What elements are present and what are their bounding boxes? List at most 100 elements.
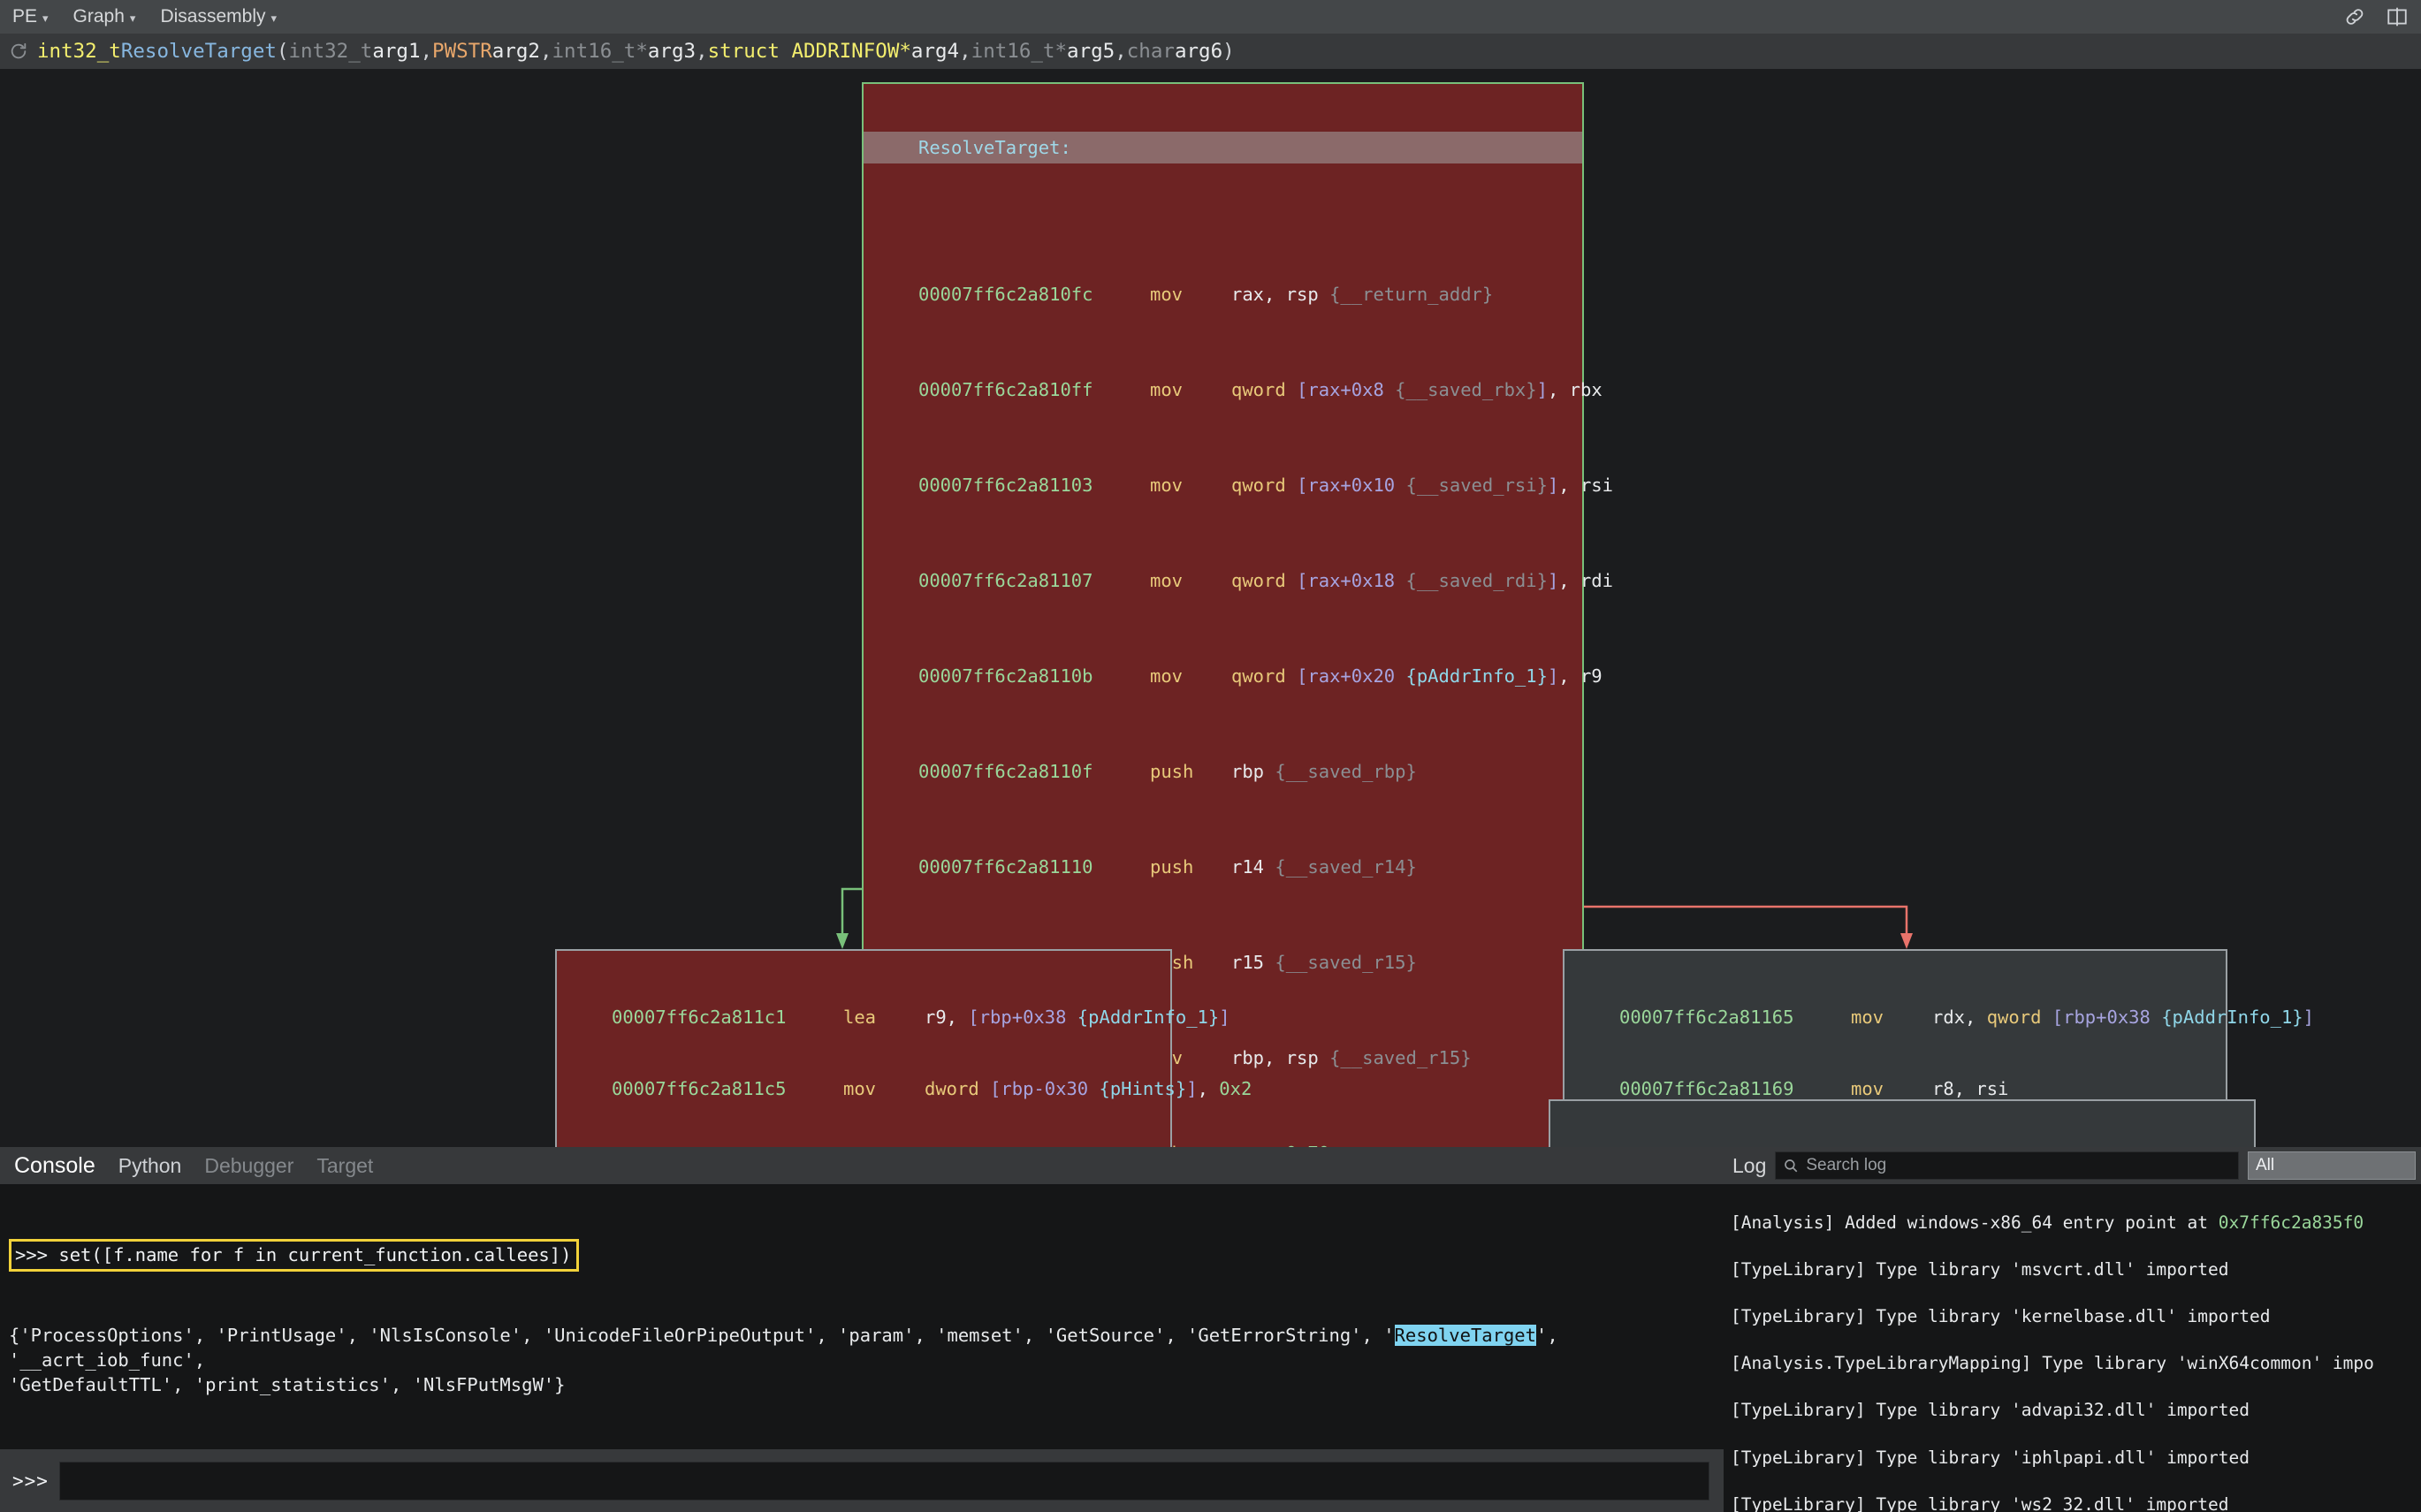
- result-item: 'GetDefaultTTL': [9, 1374, 173, 1395]
- log-entry: [TypeLibrary] Type library 'kernelbase.d…: [1731, 1305, 2271, 1326]
- instruction-address: 00007ff6c2a81107: [918, 570, 1093, 591]
- log-title: Log: [1732, 1153, 1767, 1177]
- instruction-operands: qword [rax+0x18 {__saved_rdi}], rdi: [1231, 570, 1613, 591]
- instruction-operands: r9, [rbp+0x38 {pAddrInfo_1}]: [925, 1007, 1230, 1028]
- instruction-row[interactable]: 00007ff6c2a81169 mov r8, rsi: [1565, 1077, 2226, 1101]
- instruction-address: 00007ff6c2a811c5: [612, 1078, 787, 1099]
- instruction-row[interactable]: 00007ff6c2a81110 push r14 {__saved_r14}: [864, 855, 1582, 879]
- param-0-type: int32_t: [288, 40, 373, 63]
- instruction-address: 00007ff6c2a81169: [1619, 1078, 1794, 1099]
- result-open-brace: {: [9, 1325, 20, 1346]
- log-entry: [Analysis] Added windows-x86_64 entry po…: [1731, 1212, 2421, 1235]
- instruction-operands: dword [rbp-0x30 {pHints}], 0x2: [925, 1078, 1252, 1099]
- instruction-address: 00007ff6c2a81165: [1619, 1007, 1794, 1028]
- result-item: 'print_statistics': [194, 1374, 391, 1395]
- link-icon[interactable]: [2343, 5, 2366, 28]
- instruction-mnemonic: lea: [843, 1007, 877, 1028]
- param-2-type: int16_t*: [552, 40, 648, 63]
- basic-block-left[interactable]: 00007ff6c2a811c1 lea r9, [rbp+0x38 {pAddrI…: [555, 949, 1252, 1147]
- signature-return-type: int32_t: [37, 40, 121, 63]
- console-command: >>> set([f.name for f in current_functio…: [9, 1239, 580, 1272]
- search-icon: [1785, 1159, 1798, 1173]
- instruction-mnemonic: mov: [1150, 570, 1184, 591]
- instruction-mnemonic: mov: [1150, 379, 1184, 400]
- log-entry: [TypeLibrary] Type library 'ws2_32.dll' …: [1731, 1493, 2229, 1512]
- instruction-row[interactable]: 00007ff6c2a811c5 mov dword [rbp-0x30 {pHin…: [557, 1077, 1252, 1101]
- instruction-row[interactable]: 00007ff6c2a810fc mov rax, rsp {__return_ad…: [864, 283, 1582, 307]
- console-tabs: Console Python Debugger Target: [0, 1147, 1724, 1184]
- instruction-address: 00007ff6c2a811c1: [612, 1007, 787, 1028]
- console-result: {'ProcessOptions', 'PrintUsage', 'NlsIsC…: [9, 1325, 1570, 1395]
- menu-view-type-label: PE: [12, 6, 38, 27]
- tab-python[interactable]: Python: [118, 1154, 182, 1178]
- console-prompt-row: >>>: [0, 1449, 1724, 1512]
- log-entry: [TypeLibrary] Type library 'iphlpapi.dll…: [1731, 1447, 2250, 1468]
- result-item: 'NlsFPutMsgW': [412, 1374, 555, 1395]
- refresh-icon[interactable]: [9, 42, 28, 61]
- instruction-operands: qword [rax+0x10 {__saved_rsi}], rsi: [1231, 475, 1613, 496]
- basic-block-partial[interactable]: 00007ff6c2a8117amovedx, dword [rel addre…: [1549, 1099, 2256, 1147]
- menu-disassembly[interactable]: Disassembly ▾: [148, 0, 289, 34]
- instruction-row[interactable]: 00007ff6c2a810ff mov qword [rax+0x8 {__sav…: [864, 378, 1603, 402]
- result-item: 'memset': [936, 1325, 1024, 1346]
- param-1-type: PWSTR: [432, 40, 492, 63]
- disassembly-graph-canvas[interactable]: ResolveTarget: 00007ff6c2a810fc mov rax, r…: [0, 69, 2421, 1147]
- chevron-down-icon: ▾: [129, 11, 136, 25]
- log-entries[interactable]: [Analysis] Added windows-x86_64 entry po…: [1724, 1184, 2421, 1512]
- result-close-brace: }: [554, 1374, 566, 1395]
- param-3-name: arg4: [910, 40, 960, 63]
- log-search-field[interactable]: Search log: [1775, 1151, 2239, 1180]
- signature-function-name: ResolveTarget: [120, 40, 277, 63]
- instruction-mnemonic: mov: [1150, 284, 1184, 305]
- instruction-operands: r15 {__saved_r15}: [1231, 952, 1417, 973]
- instruction-mnemonic: mov: [1150, 475, 1184, 496]
- log-panel: Log Search log All [Analysis] Added wind…: [1724, 1147, 2421, 1512]
- param-4-type: int16_t*: [971, 40, 1068, 63]
- instruction-row[interactable]: 00007ff6c2a8110b mov qword [rax+0x20 {pAdd…: [864, 665, 1603, 688]
- result-item-highlighted[interactable]: ResolveTarget: [1394, 1325, 1536, 1346]
- console-panel: Console Python Debugger Target >>> set([…: [0, 1147, 1724, 1512]
- menu-graph[interactable]: Graph ▾: [61, 0, 148, 34]
- instruction-address: 00007ff6c2a8110f: [918, 761, 1093, 782]
- result-item: 'UnicodeFileOrPipeOutput': [543, 1325, 817, 1346]
- menu-graph-label: Graph: [72, 6, 125, 27]
- instruction-operands: qword [rax+0x8 {__saved_rbx}], rbx: [1231, 379, 1603, 400]
- prompt-chevron: >>>: [12, 1470, 49, 1492]
- instruction-row[interactable]: 00007ff6c2a811c1 lea r9, [rbp+0x38 {pAddrI…: [557, 1006, 1230, 1030]
- result-item: 'PrintUsage': [216, 1325, 347, 1346]
- function-signature-bar: int32_t ResolveTarget(int32_t arg1, PWST…: [0, 34, 2421, 69]
- result-item: 'ProcessOptions': [19, 1325, 194, 1346]
- bottom-panels: Console Python Debugger Target >>> set([…: [0, 1147, 2421, 1512]
- menubar-actions: [2343, 5, 2421, 28]
- tab-target[interactable]: Target: [316, 1154, 373, 1178]
- log-header: Log Search log All: [1724, 1147, 2421, 1184]
- signature-close-paren: ): [1222, 40, 1235, 63]
- param-2-name: arg3: [647, 40, 697, 63]
- console-input[interactable]: [58, 1461, 1709, 1501]
- instruction-row[interactable]: 00007ff6c2a8110f push rbp {__saved_rbp}: [864, 760, 1582, 784]
- signature-open-paren: (: [276, 40, 289, 63]
- param-4-name: arg5: [1067, 40, 1115, 63]
- log-search-placeholder: Search log: [1806, 1156, 1887, 1174]
- tab-debugger[interactable]: Debugger: [204, 1154, 293, 1178]
- instruction-mnemonic: push: [1150, 856, 1194, 878]
- block-label: ResolveTarget:: [864, 132, 1582, 163]
- console-output[interactable]: >>> set([f.name for f in current_functio…: [0, 1184, 1724, 1449]
- instruction-operands: rdx, qword [rbp+0x38 {pAddrInfo_1}]: [1932, 1007, 2314, 1028]
- instruction-mnemonic: mov: [1851, 1078, 1884, 1099]
- instruction-address: 00007ff6c2a8110b: [918, 665, 1093, 687]
- menu-view-type[interactable]: PE ▾: [0, 0, 61, 34]
- param-0-name: arg1: [372, 40, 421, 63]
- param-5-type: char: [1126, 40, 1175, 63]
- menu-disassembly-label: Disassembly: [160, 6, 266, 27]
- log-level-filter-value: All: [2256, 1156, 2275, 1174]
- instruction-operands: rax, rsp {__return_addr}: [1231, 284, 1494, 305]
- tab-console[interactable]: Console: [14, 1153, 95, 1179]
- log-entry-address[interactable]: 0x7ff6c2a835f0: [2219, 1212, 2364, 1233]
- split-pane-icon[interactable]: [2386, 5, 2409, 28]
- instruction-row[interactable]: 00007ff6c2a81165 mov rdx, qword [rbp+0x38 …: [1565, 1006, 2314, 1030]
- log-level-filter[interactable]: All: [2248, 1151, 2416, 1180]
- instruction-address: 00007ff6c2a810fc: [918, 284, 1093, 305]
- instruction-row[interactable]: 00007ff6c2a81107 mov qword [rax+0x18 {__sa…: [864, 569, 1613, 593]
- instruction-row[interactable]: 00007ff6c2a81103 mov qword [rax+0x10 {__sa…: [864, 474, 1613, 498]
